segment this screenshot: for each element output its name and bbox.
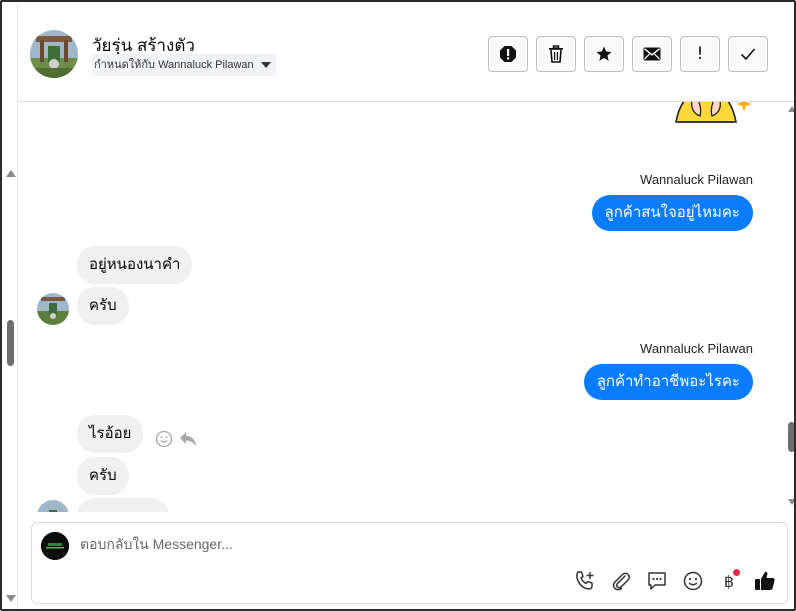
spam-alert-icon (500, 46, 516, 62)
thread-scroll-down-arrow[interactable] (788, 499, 794, 505)
thread-scroll-up-arrow[interactable] (788, 106, 794, 112)
scroll-up-arrow[interactable] (6, 170, 16, 177)
react-emoji-icon[interactable] (155, 430, 173, 448)
contact-avatar-small[interactable] (37, 293, 69, 325)
delete-button[interactable] (536, 36, 576, 72)
mark-done-button[interactable] (728, 36, 768, 72)
saved-reply-icon (648, 572, 666, 590)
trash-icon (549, 45, 563, 63)
payment-button[interactable]: ฿ (717, 569, 741, 593)
reply-input[interactable] (80, 536, 680, 552)
sticker-image (675, 102, 752, 123)
scrollbar-thumb[interactable] (7, 320, 14, 366)
composer-actions: ฿ (573, 569, 777, 593)
chevron-down-icon (260, 62, 271, 68)
envelope-icon (643, 47, 661, 61)
incoming-message[interactable]: ไรอ้อย (77, 415, 144, 453)
incoming-message-partial (77, 498, 169, 512)
attach-button[interactable] (609, 569, 633, 593)
reply-composer: ฿ (31, 522, 788, 604)
outgoing-message[interactable]: ลูกค้าทำอาชีพอะไรคะ (583, 364, 753, 400)
app-frame: วัยรุ่น สร้างตัว กำหนดให้กับ Wannaluck P… (0, 0, 796, 611)
incoming-message[interactable]: อยู่หนองนาคำ (77, 246, 193, 284)
mark-unread-button[interactable] (632, 36, 672, 72)
star-button[interactable] (584, 36, 624, 72)
sender-name: Wannaluck Pilawan (640, 172, 753, 187)
message-thread[interactable]: Wannaluck Pilawan ลูกค้าสนใจอยู่ไหมคะ อย… (18, 102, 788, 512)
emoji-button[interactable] (681, 569, 705, 593)
call-add-icon (576, 571, 594, 590)
like-button[interactable] (753, 569, 777, 593)
sender-name: Wannaluck Pilawan (640, 341, 753, 356)
notification-dot (733, 569, 740, 576)
star-icon (596, 46, 612, 61)
conversation-header: วัยรุ่น สร้างตัว กำหนดให้กับ Wannaluck P… (18, 4, 794, 102)
incoming-message[interactable]: ครับ (77, 287, 129, 325)
checkmark-icon (740, 48, 756, 61)
message-actions (155, 430, 197, 448)
mark-spam-button[interactable] (488, 36, 528, 72)
page-avatar (41, 532, 69, 560)
follow-up-button[interactable]: ! (680, 36, 720, 72)
conversation-toolbar: ! (488, 36, 768, 72)
contact-avatar-small[interactable] (37, 500, 69, 512)
outgoing-message[interactable]: ลูกค้าสนใจอยู่ไหมคะ (591, 195, 753, 231)
call-button[interactable] (573, 569, 597, 593)
thread-scrollbar-thumb[interactable] (788, 422, 794, 452)
scroll-down-arrow[interactable] (6, 595, 16, 602)
thumbs-up-icon (755, 571, 775, 590)
incoming-message[interactable]: ครับ (77, 457, 129, 495)
outer-scrollbar[interactable] (4, 4, 18, 609)
assign-dropdown[interactable]: กำหนดให้กับ Wannaluck Pilawan (92, 54, 276, 76)
reply-icon[interactable] (179, 431, 197, 447)
contact-avatar[interactable] (30, 30, 78, 78)
saved-replies-button[interactable] (645, 569, 669, 593)
paperclip-icon (612, 572, 630, 591)
assign-label: กำหนดให้กับ Wannaluck Pilawan (94, 59, 254, 71)
emoji-icon (683, 571, 703, 591)
exclamation-icon: ! (696, 44, 704, 64)
